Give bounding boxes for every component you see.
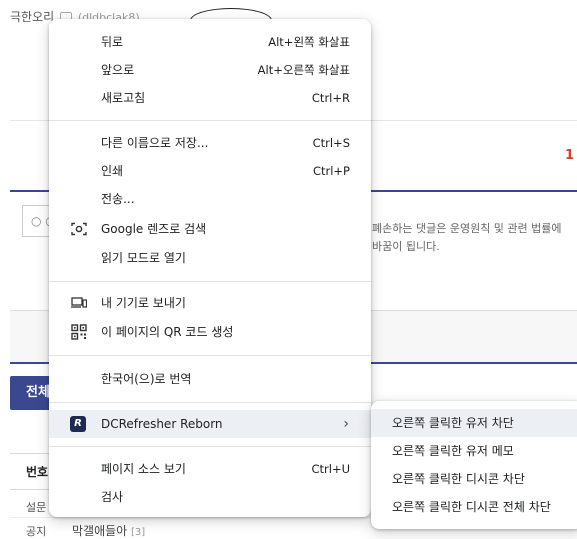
- menu-item-cast[interactable]: 전송...: [49, 185, 371, 213]
- submenu-item-memo-user[interactable]: 오른쪽 클릭한 유저 메모: [371, 437, 577, 465]
- devices-icon: [71, 297, 87, 308]
- menu-item-inspect[interactable]: 검사: [49, 483, 371, 511]
- google-lens-icon: [71, 222, 87, 236]
- menu-separator: [49, 402, 371, 403]
- submenu-item-block-user[interactable]: 오른쪽 클릭한 유저 차단: [371, 409, 577, 437]
- table-header-number: 번호: [26, 465, 49, 479]
- shortcut: Ctrl+R: [311, 91, 350, 105]
- table-row[interactable]: 공지: [26, 523, 46, 539]
- menu-separator: [49, 355, 371, 356]
- context-menu: 뒤로 Alt+왼쪽 화살표 앞으로 Alt+오른쪽 화살표 새로고침 Ctrl+…: [49, 19, 371, 517]
- menu-item-send-to-devices[interactable]: 내 기기로 보내기: [49, 289, 371, 317]
- submenu-item-block-dccon[interactable]: 오른쪽 클릭한 디시콘 차단: [371, 465, 577, 493]
- menu-item-view-source[interactable]: 페이지 소스 보기 Ctrl+U: [49, 455, 371, 483]
- menu-item-reading-mode[interactable]: 읽기 모드로 열기: [49, 244, 371, 272]
- shortcut: Ctrl+S: [312, 136, 350, 150]
- qr-code-icon: [71, 324, 87, 340]
- menu-item-save-as[interactable]: 다른 이름으로 저장... Ctrl+S: [49, 129, 371, 157]
- shortcut: Ctrl+U: [311, 462, 350, 476]
- menu-separator: [49, 281, 371, 282]
- comment-count: 1: [565, 148, 575, 163]
- all-posts-button[interactable]: 전체: [10, 376, 54, 410]
- table-row[interactable]: 설문: [26, 499, 46, 515]
- shortcut: Alt+오른쪽 화살표: [257, 63, 350, 77]
- menu-item-dcrefresher[interactable]: R DCRefresher Reborn ›: [49, 410, 371, 438]
- shortcut: Alt+왼쪽 화살표: [268, 35, 350, 49]
- menu-item-translate[interactable]: 한국어(으)로 번역: [49, 365, 371, 393]
- chevron-right-icon: ›: [343, 416, 349, 432]
- comment-notice: 바꿈이 됩니다.: [372, 240, 440, 253]
- author-name[interactable]: 극한오리: [10, 10, 54, 24]
- reply-count: [3]: [131, 527, 146, 538]
- dcrefresher-submenu: 오른쪽 클릭한 유저 차단 오른쪽 클릭한 유저 메모 오른쪽 클릭한 디시콘 …: [371, 401, 577, 529]
- shortcut: Ctrl+P: [312, 164, 350, 178]
- menu-item-print[interactable]: 인쇄 Ctrl+P: [49, 157, 371, 185]
- submenu-item-block-all-dccon[interactable]: 오른쪽 클릭한 디시콘 전체 차단: [371, 493, 577, 521]
- post-title[interactable]: 막갤애들아 [3]: [72, 522, 145, 539]
- menu-separator: [49, 120, 371, 121]
- menu-item-reload[interactable]: 새로고침 Ctrl+R: [49, 84, 371, 112]
- menu-item-back[interactable]: 뒤로 Alt+왼쪽 화살표: [49, 28, 371, 56]
- menu-item-google-lens[interactable]: Google 렌즈로 검색: [49, 215, 371, 243]
- menu-item-forward[interactable]: 앞으로 Alt+오른쪽 화살표: [49, 56, 371, 84]
- menu-item-qr-code[interactable]: 이 페이지의 QR 코드 생성: [49, 318, 371, 346]
- menu-separator: [49, 446, 371, 447]
- comment-notice: 폐손하는 댓글은 운영원칙 및 관련 법률에: [372, 222, 562, 235]
- dcrefresher-icon: R: [70, 416, 86, 432]
